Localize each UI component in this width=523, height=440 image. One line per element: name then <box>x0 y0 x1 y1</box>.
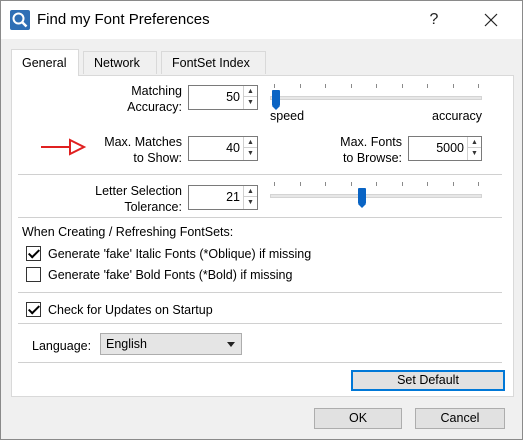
slider-tick <box>376 182 377 186</box>
help-button[interactable]: ? <box>419 7 449 33</box>
chevron-down-icon <box>227 342 235 347</box>
tab-general[interactable]: General <box>11 49 79 76</box>
language-label: Language: <box>32 339 92 353</box>
max-fonts-value[interactable]: 5000 <box>409 137 468 160</box>
matching-accuracy-slider[interactable] <box>270 84 482 110</box>
letter-tolerance-spinner[interactable]: 21 ▲ ▼ <box>188 185 258 210</box>
slider-tick <box>478 84 479 88</box>
separator <box>18 174 502 175</box>
spinner-buttons: ▲ ▼ <box>467 137 481 160</box>
language-select[interactable]: English <box>100 333 242 355</box>
slider-tick <box>325 84 326 88</box>
max-matches-value[interactable]: 40 <box>189 137 244 160</box>
spin-up-icon[interactable]: ▲ <box>244 137 257 148</box>
letter-tolerance-label: Letter Selection Tolerance: <box>62 183 182 215</box>
max-matches-label-line1: Max. Matches <box>104 135 182 149</box>
letter-tolerance-label-line2: Tolerance: <box>124 200 182 214</box>
letter-tolerance-slider[interactable] <box>270 182 482 208</box>
slider-thumb[interactable] <box>272 90 280 110</box>
close-icon <box>484 13 498 27</box>
slider-tick <box>350 84 352 88</box>
separator <box>18 292 502 293</box>
close-button[interactable] <box>476 7 506 33</box>
matching-accuracy-label-line2: Accuracy: <box>127 100 182 114</box>
slider-tick <box>325 182 326 186</box>
spin-down-icon[interactable]: ▼ <box>468 148 481 159</box>
tab-network[interactable]: Network <box>83 51 157 74</box>
spin-down-icon[interactable]: ▼ <box>244 197 257 208</box>
slider-tick <box>452 182 454 186</box>
fake-bold-label[interactable]: Generate 'fake' Bold Fonts (*Bold) if mi… <box>48 267 292 283</box>
max-fonts-label-line2: to Browse: <box>342 151 402 165</box>
spinner-buttons: ▲ ▼ <box>243 186 257 209</box>
matching-accuracy-spinner[interactable]: 50 ▲ ▼ <box>188 85 258 110</box>
spinner-buttons: ▲ ▼ <box>243 137 257 160</box>
max-fonts-label-line1: Max. Fonts <box>340 135 402 149</box>
matching-accuracy-label-line1: Matching <box>131 84 182 98</box>
check-updates-checkbox[interactable] <box>26 302 41 317</box>
language-selected-value: English <box>106 337 147 351</box>
max-matches-spinner[interactable]: 40 ▲ ▼ <box>188 136 258 161</box>
matching-accuracy-label: Matching Accuracy: <box>72 83 182 115</box>
spin-up-icon[interactable]: ▲ <box>244 86 257 97</box>
max-matches-label-line2: to Show: <box>133 151 182 165</box>
fake-italic-label[interactable]: Generate 'fake' Italic Fonts (*Oblique) … <box>48 246 311 262</box>
slider-tick <box>299 84 301 88</box>
slider-track <box>270 194 482 198</box>
title-bar: Find my Font Preferences ? <box>1 1 522 39</box>
slider-tick <box>376 84 377 88</box>
preferences-window: Find my Font Preferences ? General Netwo… <box>0 0 523 440</box>
check-updates-label[interactable]: Check for Updates on Startup <box>48 302 213 318</box>
letter-tolerance-value[interactable]: 21 <box>189 186 244 209</box>
letter-tolerance-label-line1: Letter Selection <box>95 184 182 198</box>
tab-fontset-index[interactable]: FontSet Index <box>161 51 266 74</box>
magnifier-app-icon <box>10 10 30 30</box>
ok-button[interactable]: OK <box>314 408 402 429</box>
slider-tick <box>299 182 301 186</box>
max-fonts-label: Max. Fonts to Browse: <box>312 134 402 166</box>
slider-tick <box>401 182 403 186</box>
separator <box>18 323 502 324</box>
cancel-button[interactable]: Cancel <box>415 408 505 429</box>
fontsets-heading: When Creating / Refreshing FontSets: <box>22 225 234 239</box>
spin-down-icon[interactable]: ▼ <box>244 97 257 108</box>
spinner-buttons: ▲ ▼ <box>243 86 257 109</box>
slider-tick <box>401 84 403 88</box>
spin-down-icon[interactable]: ▼ <box>244 148 257 159</box>
slider-thumb[interactable] <box>357 188 366 208</box>
max-fonts-spinner[interactable]: 5000 ▲ ▼ <box>408 136 482 161</box>
separator <box>18 217 502 218</box>
spin-up-icon[interactable]: ▲ <box>468 137 481 148</box>
max-matches-label: Max. Matches to Show: <box>72 134 182 166</box>
slider-tick <box>427 182 428 186</box>
matching-accuracy-value[interactable]: 50 <box>189 86 244 109</box>
separator <box>18 362 502 363</box>
set-default-button[interactable]: Set Default <box>351 370 505 391</box>
slider-tick <box>274 84 275 88</box>
slider-accuracy-label: accuracy <box>432 109 483 123</box>
slider-speed-label: speed <box>270 109 305 123</box>
slider-tick <box>452 84 454 88</box>
slider-tick <box>350 182 352 186</box>
slider-track <box>270 96 482 100</box>
general-tab-panel: Matching Accuracy: 50 ▲ ▼ speed accuracy… <box>11 75 514 397</box>
slider-tick <box>478 182 479 186</box>
slider-tick <box>427 84 428 88</box>
slider-tick <box>274 182 275 186</box>
fake-bold-checkbox[interactable] <box>26 267 41 282</box>
window-title: Find my Font Preferences <box>37 11 210 28</box>
fake-italic-checkbox[interactable] <box>26 246 41 261</box>
spin-up-icon[interactable]: ▲ <box>244 186 257 197</box>
